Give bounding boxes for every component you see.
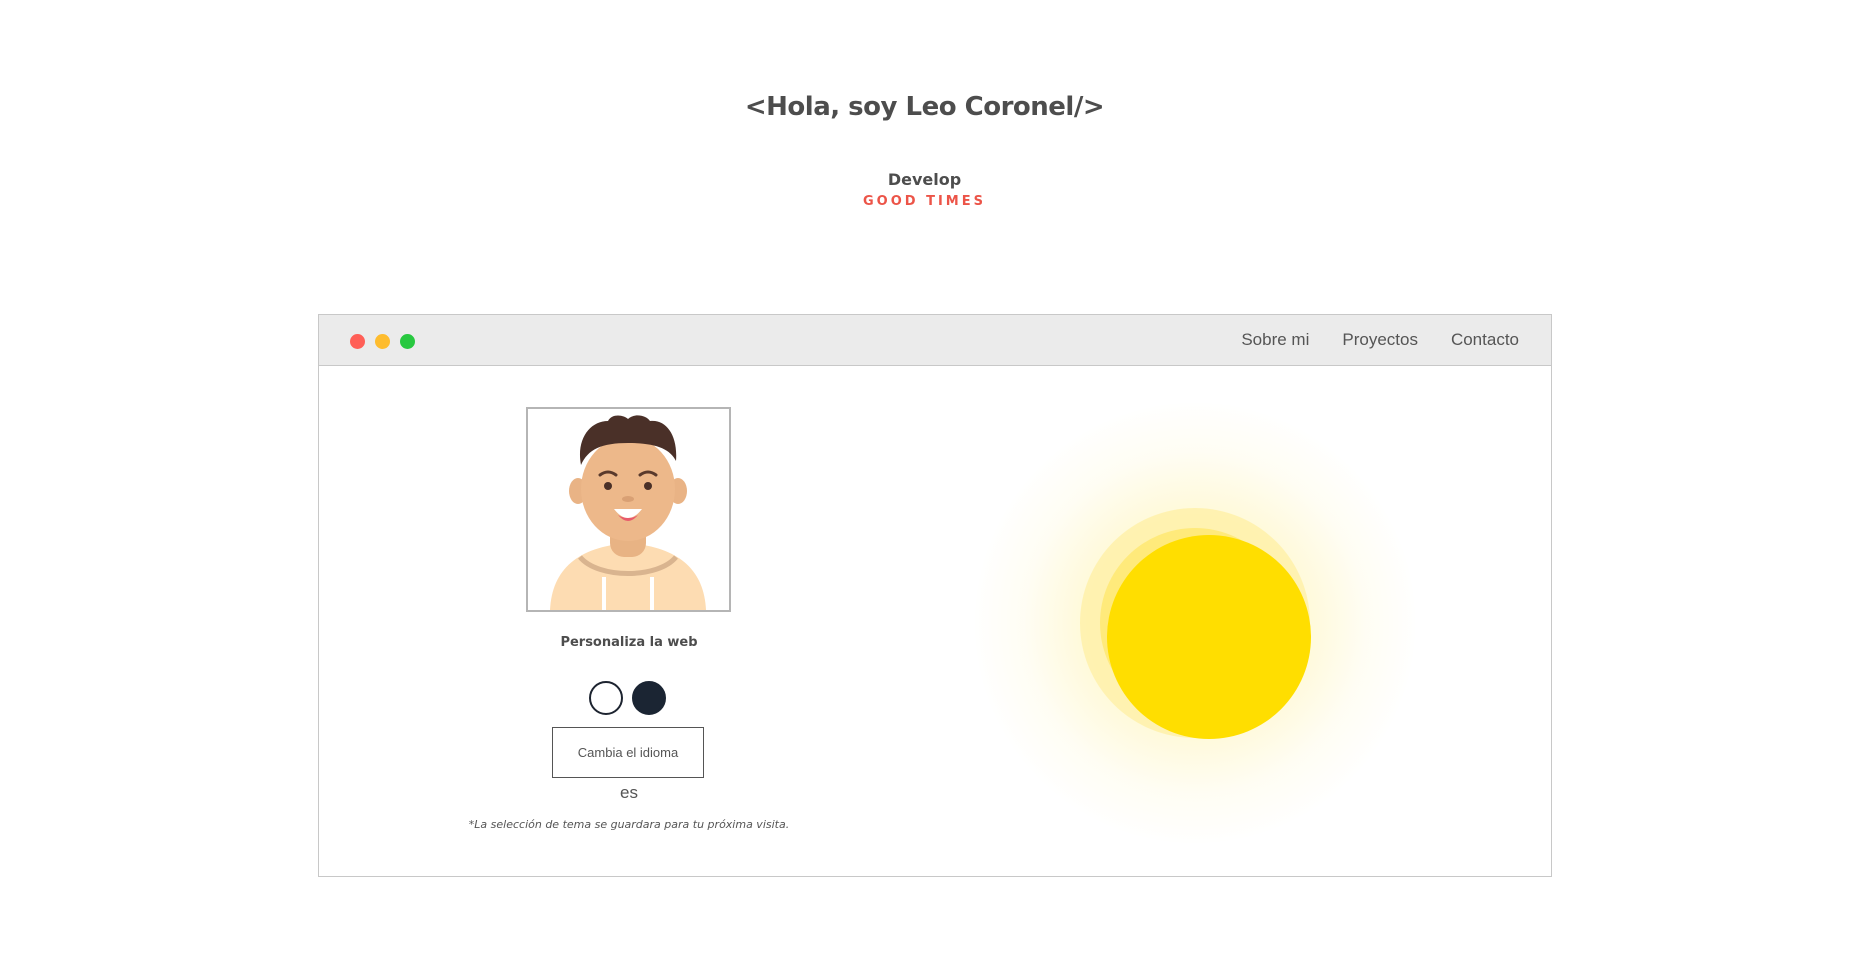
change-language-button[interactable]: Cambia el idioma [552, 727, 704, 778]
browser-window: Sobre mi Proyectos Contacto Personaliza … [318, 314, 1552, 877]
hero-subtitle: Develop [887, 170, 962, 189]
window-minimize-dot [375, 334, 390, 349]
avatar [526, 407, 731, 612]
main-nav: Sobre mi Proyectos Contacto [1241, 330, 1519, 350]
hero-tagline: GOOD TIMES [863, 194, 986, 209]
theme-dark-button[interactable] [632, 681, 666, 715]
sun-core [1107, 535, 1311, 739]
avatar-illustration [550, 415, 706, 610]
theme-note: *La selección de tema se guardara para t… [468, 818, 790, 831]
nav-link-contact[interactable]: Contacto [1451, 330, 1519, 350]
theme-light-button[interactable] [589, 681, 623, 715]
window-close-dot [350, 334, 365, 349]
window-maximize-dot [400, 334, 415, 349]
nav-link-about[interactable]: Sobre mi [1241, 330, 1309, 350]
language-value: es [620, 783, 638, 802]
browser-titlebar: Sobre mi Proyectos Contacto [319, 315, 1551, 366]
nav-link-projects[interactable]: Proyectos [1342, 330, 1418, 350]
page-title: <Hola, soy Leo Coronel/> [744, 92, 1105, 122]
customize-label: Personaliza la web [560, 635, 698, 650]
